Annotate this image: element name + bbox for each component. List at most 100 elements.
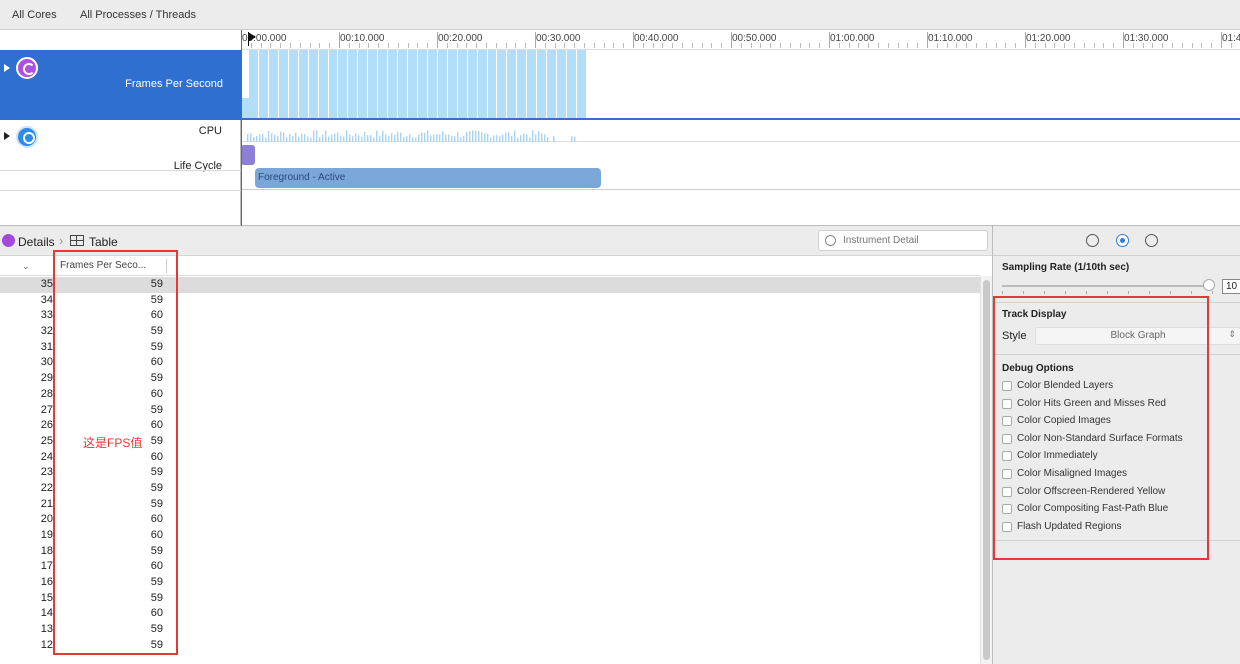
time-ruler[interactable]: 00:00.000 00:10.000 00:20.000 00:30.000 00:4… <box>241 30 1240 50</box>
all-cores-button[interactable]: All Cores <box>12 9 57 21</box>
display-settings-tab-icon[interactable] <box>1116 234 1129 247</box>
row-index: 17 <box>40 560 53 573</box>
row-index: 30 <box>40 356 53 369</box>
slider-tick <box>1170 291 1171 294</box>
ruler-minor-tick <box>936 43 938 48</box>
track-header-fps[interactable]: Frames Per Second <box>0 50 241 120</box>
fps-bar <box>417 50 427 118</box>
cpu-activity-mark <box>283 132 285 142</box>
ruler-minor-tick <box>740 43 742 48</box>
ruler-minor-tick <box>446 43 448 48</box>
scrollbar-thumb[interactable] <box>983 280 990 660</box>
ruler-minor-tick <box>466 43 468 48</box>
ruler-minor-tick <box>554 43 556 48</box>
row-index: 27 <box>40 403 53 416</box>
playhead-flag-icon[interactable] <box>248 32 256 42</box>
track-labels: Frames Per Second CPU Life Cycle <box>0 50 241 226</box>
ruler-minor-tick <box>358 43 360 48</box>
ruler-minor-tick <box>789 43 791 48</box>
ruler-minor-tick <box>1191 43 1193 48</box>
sampling-rate-slider[interactable] <box>1002 285 1212 287</box>
cpu-activity-mark <box>505 132 507 142</box>
fps-bar <box>517 50 527 118</box>
ruler-minor-tick <box>868 43 870 48</box>
extended-detail-tab-icon[interactable] <box>1145 234 1158 247</box>
cpu-activity-mark <box>445 134 447 142</box>
slider-tick <box>1107 291 1108 294</box>
row-index: 29 <box>40 372 53 385</box>
vertical-scrollbar[interactable] <box>980 276 992 664</box>
fps-bar <box>557 50 566 118</box>
lifecycle-track[interactable]: Foreground - Active <box>241 142 1240 190</box>
row-index: 26 <box>40 419 53 432</box>
ruler-minor-tick <box>397 43 399 48</box>
cpu-activity-mark <box>271 133 273 142</box>
ruler-minor-tick <box>966 43 968 48</box>
slider-knob[interactable] <box>1203 279 1215 291</box>
ruler-minor-tick <box>985 43 987 48</box>
disclosure-triangle-icon[interactable] <box>4 132 10 140</box>
cpu-activity-mark <box>514 130 516 142</box>
fps-bar <box>288 50 298 118</box>
record-settings-tab-icon[interactable] <box>1086 234 1099 247</box>
fps-bar <box>388 50 398 118</box>
row-index: 12 <box>40 638 53 651</box>
timeline-cursor-line <box>241 30 242 226</box>
fps-track[interactable] <box>241 50 1240 120</box>
fps-bar <box>298 50 308 118</box>
ruler-minor-tick <box>809 43 811 48</box>
row-index: 19 <box>40 529 53 541</box>
cpu-activity-mark <box>397 131 399 142</box>
ruler-minor-tick <box>672 43 674 48</box>
disclosure-triangle-icon[interactable] <box>4 64 10 72</box>
cpu-activity-mark <box>349 134 351 142</box>
chevron-right-icon: › <box>59 233 64 248</box>
instrument-detail-search[interactable] <box>818 230 988 251</box>
sampling-rate-field[interactable]: 10 <box>1222 279 1240 294</box>
cpu-activity-mark <box>358 135 360 142</box>
chevron-down-icon[interactable]: ⌄ <box>22 261 30 272</box>
slider-tick <box>1212 291 1213 294</box>
cpu-track[interactable] <box>241 122 1240 142</box>
search-input[interactable] <box>843 233 983 248</box>
ruler-minor-tick <box>652 43 654 48</box>
cpu-activity-mark <box>274 134 276 142</box>
ruler-minor-tick <box>799 43 801 48</box>
cpu-activity-mark <box>382 130 384 142</box>
ruler-minor-tick <box>407 43 409 48</box>
ruler-minor-tick <box>1172 43 1173 48</box>
cpu-activity <box>247 130 576 142</box>
fps-bars <box>249 50 586 118</box>
ruler-minor-tick <box>907 43 909 48</box>
fps-bar <box>507 50 517 118</box>
fps-bar <box>249 50 258 118</box>
cpu-activity-mark <box>523 133 525 142</box>
ruler-minor-tick <box>564 43 566 48</box>
ruler-minor-tick <box>995 43 997 48</box>
fps-bar <box>408 50 417 118</box>
ruler-minor-tick <box>515 43 517 48</box>
cpu-activity-mark <box>355 133 357 142</box>
fps-bar <box>567 50 576 118</box>
ruler-minor-tick <box>1132 43 1134 48</box>
breadcrumb-details[interactable]: Details <box>18 235 55 249</box>
ruler-minor-tick <box>427 43 429 48</box>
fps-bar <box>467 50 477 118</box>
ruler-minor-tick <box>878 43 879 48</box>
cpu-activity-mark <box>346 130 348 142</box>
ruler-minor-tick <box>378 43 380 48</box>
breadcrumb-table[interactable]: Table <box>89 235 118 249</box>
cpu-activity-mark <box>457 132 459 142</box>
row-index: 21 <box>40 497 53 510</box>
row-index: 28 <box>40 387 53 400</box>
cpu-activity-mark <box>520 135 522 142</box>
fps-bar <box>358 50 368 118</box>
ruler-minor-tick <box>525 43 527 48</box>
ruler-minor-tick <box>388 43 389 48</box>
ruler-minor-tick <box>682 43 683 48</box>
cpu-activity-mark <box>427 130 429 142</box>
all-processes-button[interactable]: All Processes / Threads <box>80 9 196 21</box>
row-index: 34 <box>40 293 53 306</box>
row-index: 16 <box>40 576 53 589</box>
cpu-activity-mark <box>376 130 378 142</box>
